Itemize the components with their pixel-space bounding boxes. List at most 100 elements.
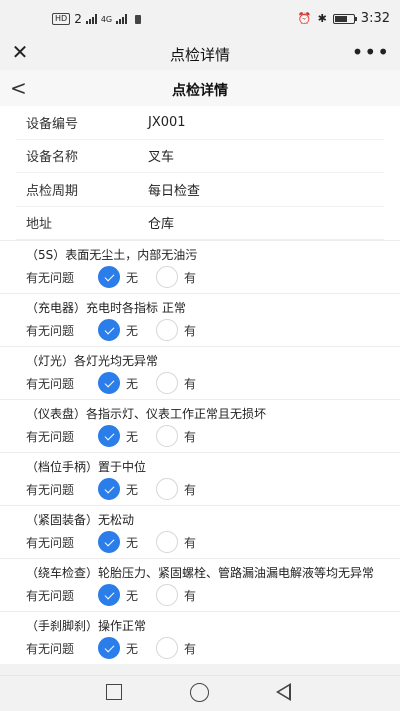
info-row-address: 地址 仓库 [16,207,384,240]
network-type: 4G [100,14,113,24]
check-question: （灯光）各灯光均无异常 [26,354,159,368]
notification-icon [135,14,142,24]
radio-yes-label: 有 [184,482,197,497]
radio-yes[interactable] [156,425,179,447]
info-label: 点检周期 [26,183,79,199]
info-value: 仓库 [148,217,175,233]
signal-icon-2 [116,14,128,24]
answer-row: 有无问题 无 有 [26,528,384,556]
back-nav-icon[interactable] [276,683,291,701]
answer-row: 有无问题 无 有 [26,369,384,397]
answer-label: 有无问题 [26,323,75,338]
radio-yes[interactable] [156,319,179,341]
radio-yes-label: 有 [184,588,197,603]
check-question: （5S）表面无尘土，内部无油污 [26,248,198,262]
check-item: （仪表盘）各指示灯、仪表工作正常且无损坏 有无问题 无 有 [0,399,400,452]
status-right: ⏰ ✱ 3:32 [298,11,390,26]
info-row-cycle: 点检周期 每日检查 [16,173,384,207]
info-label: 设备名称 [26,150,79,166]
radio-no[interactable] [98,425,120,447]
answer-row: 有无问题 无 有 [26,475,384,503]
radio-no[interactable] [98,372,120,394]
radio-no-label: 无 [126,376,139,391]
content-area[interactable]: 设备编号 JX001 设备名称 叉车 点检周期 每日检查 地址 仓库 （5S）表… [0,106,400,675]
radio-yes-label: 有 [184,376,197,391]
radio-yes[interactable] [156,372,179,394]
radio-no-label: 无 [126,270,139,285]
checkmark-icon [104,642,114,652]
status-left: HD 2 4G [52,12,142,26]
radio-yes[interactable] [156,478,179,500]
answer-label: 有无问题 [26,535,75,550]
check-question: （绕车检查）轮胎压力、紧固螺栓、管路漏油漏电解液等均无异常 [26,566,375,580]
radio-yes[interactable] [156,266,179,288]
hd-chip: HD [52,13,71,25]
status-time: 3:32 [360,11,390,26]
bluetooth-icon: ✱ [317,12,327,25]
page-title: 点检详情 [172,83,228,99]
radio-no[interactable] [98,531,120,553]
alarm-icon: ⏰ [297,12,312,25]
check-question: （充电器）充电时各指标 正常 [26,301,186,315]
check-question: （档位手柄）置于中位 [26,460,147,474]
radio-no-label: 无 [126,588,139,603]
page-header: < 点检详情 [0,70,400,106]
answer-label: 有无问题 [26,270,75,285]
radio-no[interactable] [98,584,120,606]
sim-indicator: 2 [74,12,82,26]
home-icon[interactable] [190,683,209,702]
app-titlebar: ✕ 点检详情 ••• [0,36,400,70]
check-items: （5S）表面无尘土，内部无油污 有无问题无有（充电器）充电时各指标 正常 有无问题无… [0,240,400,664]
check-item: （紧固装备）无松动 有无问题 无 有 [0,505,400,558]
checkmark-icon [104,324,114,334]
answer-label: 有无问题 [26,482,75,497]
status-bar: HD 2 4G ⏰ ✱ 3:32 [0,0,400,36]
checkmark-icon [104,589,114,599]
answer-row: 有无问题 无 有 [26,581,384,609]
radio-yes-label: 有 [184,641,197,656]
radio-yes[interactable] [156,637,179,659]
radio-no-label: 无 [126,323,139,338]
check-item: （档位手柄）置于中位 有无问题 无 有 [0,452,400,505]
battery-icon [332,13,357,24]
check-item: （手刹脚刹）操作正常 有无问题 无 有 [0,611,400,664]
check-item: （灯光）各灯光均无异常 有无问题 无 有 [0,346,400,399]
signal-icon [85,14,97,24]
info-label: 设备编号 [26,116,79,132]
radio-yes-label: 有 [184,270,197,285]
radio-no-label: 无 [126,429,139,444]
check-question: （手刹脚刹）操作正常 [26,619,147,633]
radio-no-label: 无 [126,641,139,656]
recent-apps-icon[interactable] [106,684,122,700]
check-item: （绕车检查）轮胎压力、紧固螺栓、管路漏油漏电解液等均无异常 有无问题 无 有 [0,558,400,611]
radio-yes[interactable] [156,584,179,606]
answer-row: 有无问题 无 有 [26,316,384,344]
check-item: （5S）表面无尘土，内部无油污 有无问题 无 有 [0,240,400,293]
info-label: 地址 [26,217,53,233]
radio-no[interactable] [98,319,120,341]
checkmark-icon [104,377,114,387]
check-item: （充电器）充电时各指标 正常 有无问题 无 有 [0,293,400,346]
checkmark-icon [104,271,114,281]
radio-no[interactable] [98,266,120,288]
radio-no-label: 无 [126,535,139,550]
info-value: 每日检查 [148,183,201,199]
checkmark-icon [104,430,114,440]
radio-no[interactable] [98,478,120,500]
app-title: 点检详情 [169,46,230,64]
radio-yes-label: 有 [184,429,197,444]
info-value: JX001 [148,114,186,130]
checkmark-icon [104,483,114,493]
answer-label: 有无问题 [26,588,75,603]
answer-row: 有无问题 无 有 [26,634,384,662]
info-value: 叉车 [148,150,175,166]
answer-row: 有无问题 无 有 [26,422,384,450]
system-navbar [0,675,400,711]
check-question: （仪表盘）各指示灯、仪表工作正常且无损坏 [26,407,267,421]
answer-row: 有无问题 无 有 [26,263,384,291]
more-icon[interactable]: ••• [352,40,390,64]
radio-yes[interactable] [156,531,179,553]
device-info: 设备编号 JX001 设备名称 叉车 点检周期 每日检查 地址 仓库 [0,106,400,240]
radio-no[interactable] [98,637,120,659]
answer-label: 有无问题 [26,376,75,391]
